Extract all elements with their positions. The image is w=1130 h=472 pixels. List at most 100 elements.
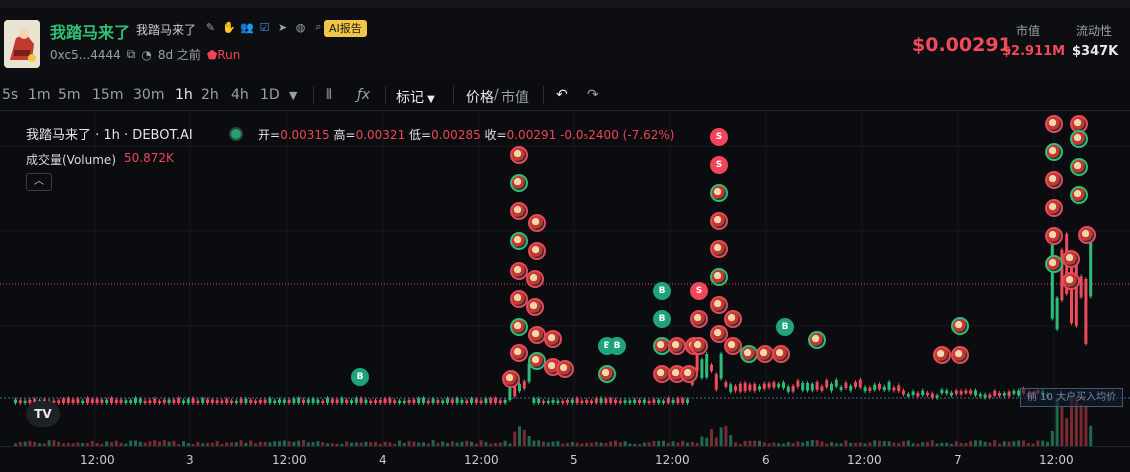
candle-body bbox=[378, 400, 382, 403]
redo-icon[interactable]: ↷ bbox=[587, 87, 599, 103]
marks-dropdown[interactable]: 标记 ▼ bbox=[396, 87, 435, 107]
trader-avatar-marker[interactable] bbox=[526, 298, 544, 316]
trader-avatar-marker[interactable] bbox=[598, 365, 616, 383]
trader-avatar-marker[interactable] bbox=[710, 184, 728, 202]
candle-body bbox=[340, 398, 344, 403]
candle-body bbox=[594, 398, 598, 403]
interval-1m[interactable]: 1m bbox=[28, 87, 51, 103]
trader-avatar-marker[interactable] bbox=[680, 365, 698, 383]
trader-avatar-marker[interactable] bbox=[1045, 227, 1063, 245]
interval-4h[interactable]: 4h bbox=[231, 87, 249, 103]
buy-marker[interactable]: B bbox=[776, 318, 794, 336]
interval-1d[interactable]: 1D bbox=[260, 87, 280, 103]
candle-style-icon[interactable]: ⫴ bbox=[326, 87, 332, 103]
candle-body bbox=[162, 399, 166, 403]
interval-5m[interactable]: 5m bbox=[58, 87, 81, 103]
tradingview-logo-icon: TV bbox=[26, 401, 60, 427]
candle-body bbox=[412, 399, 416, 403]
candle-body bbox=[849, 385, 853, 391]
trader-avatar-marker[interactable] bbox=[528, 326, 546, 344]
interval-5s[interactable]: 5s bbox=[2, 87, 18, 103]
trader-avatar-marker[interactable] bbox=[510, 344, 528, 362]
trader-avatar-marker[interactable] bbox=[951, 346, 969, 364]
trader-avatar-marker[interactable] bbox=[668, 337, 686, 355]
trader-avatar-marker[interactable] bbox=[510, 146, 528, 164]
candle-body bbox=[494, 398, 497, 403]
interval-15m[interactable]: 15m bbox=[92, 87, 123, 103]
trader-avatar-marker[interactable] bbox=[1070, 186, 1088, 204]
copy-icon[interactable]: ⧉ bbox=[127, 47, 136, 62]
trader-avatar-marker[interactable] bbox=[1045, 143, 1063, 161]
interval-2h[interactable]: 2h bbox=[201, 87, 219, 103]
candle-body bbox=[820, 386, 824, 391]
trader-avatar-marker[interactable] bbox=[556, 360, 574, 378]
candle-body bbox=[638, 399, 641, 403]
trader-avatar-marker[interactable] bbox=[690, 310, 708, 328]
check-icon[interactable]: ☑ bbox=[258, 21, 271, 34]
ai-report-button[interactable]: AI报告 bbox=[324, 20, 367, 37]
trader-avatar-marker[interactable] bbox=[510, 318, 528, 336]
trader-avatar-marker[interactable] bbox=[690, 337, 708, 355]
sell-marker[interactable]: S bbox=[710, 156, 728, 174]
candle-body bbox=[23, 400, 27, 403]
volume-bar bbox=[1065, 418, 1069, 446]
buy-marker[interactable]: B bbox=[653, 310, 671, 328]
sell-marker[interactable]: S bbox=[690, 282, 708, 300]
buy-marker[interactable]: B bbox=[351, 368, 369, 386]
candle-body bbox=[350, 400, 353, 403]
undo-icon[interactable]: ↶ bbox=[556, 87, 568, 103]
trader-avatar-marker[interactable] bbox=[528, 242, 546, 260]
mcap-toggle[interactable]: 市值 bbox=[501, 87, 529, 107]
trader-avatar-marker[interactable] bbox=[951, 317, 969, 335]
hand-icon[interactable]: ✋ bbox=[222, 21, 236, 34]
people-icon[interactable]: 👥 bbox=[240, 21, 254, 34]
trader-avatar-marker[interactable] bbox=[710, 212, 728, 230]
trader-avatar-marker[interactable] bbox=[710, 240, 728, 258]
trader-avatar-marker[interactable] bbox=[1045, 115, 1063, 133]
trader-avatar-marker[interactable] bbox=[1070, 158, 1088, 176]
candle-body bbox=[422, 398, 425, 403]
candle-body bbox=[287, 399, 291, 403]
candle-body bbox=[518, 383, 521, 392]
globe-icon[interactable]: ◍ bbox=[294, 21, 307, 34]
trader-avatar-marker[interactable] bbox=[710, 296, 728, 314]
trader-avatar-marker[interactable] bbox=[808, 331, 826, 349]
contract-address[interactable]: 0xc5...4444 bbox=[50, 48, 121, 62]
interval-30m[interactable]: 30m bbox=[133, 87, 164, 103]
telegram-icon[interactable]: ➤ bbox=[276, 21, 289, 34]
candle-body bbox=[657, 399, 661, 403]
trader-avatar-marker[interactable] bbox=[1045, 199, 1063, 217]
trader-avatar-marker[interactable] bbox=[1070, 130, 1088, 148]
trader-avatar-marker[interactable] bbox=[510, 202, 528, 220]
trader-avatar-marker[interactable] bbox=[1062, 272, 1080, 290]
trader-avatar-marker[interactable] bbox=[1062, 250, 1080, 268]
trader-avatar-marker[interactable] bbox=[710, 268, 728, 286]
candle-body bbox=[172, 399, 176, 403]
trader-avatar-marker[interactable] bbox=[1045, 171, 1063, 189]
candle-body bbox=[503, 399, 507, 403]
indicators-icon[interactable]: ƒx bbox=[357, 87, 370, 103]
candle-body bbox=[316, 399, 320, 403]
pencil-icon[interactable]: ✎ bbox=[204, 21, 217, 34]
collapse-legend-button[interactable]: ︿ bbox=[26, 173, 52, 191]
trader-avatar-marker[interactable] bbox=[772, 345, 790, 363]
buy-marker[interactable]: B bbox=[608, 337, 626, 355]
trader-avatar-marker[interactable] bbox=[526, 270, 544, 288]
sell-marker[interactable]: S bbox=[710, 128, 728, 146]
trader-avatar-marker[interactable] bbox=[1045, 255, 1063, 273]
interval-1h[interactable]: 1h bbox=[175, 87, 193, 103]
liquidity-value: $347K bbox=[1072, 44, 1119, 59]
buy-marker[interactable]: B bbox=[653, 282, 671, 300]
trader-avatar-marker[interactable] bbox=[528, 214, 546, 232]
price-toggle[interactable]: 价格 bbox=[466, 87, 494, 107]
trader-avatar-marker[interactable] bbox=[502, 370, 520, 388]
candle-body bbox=[921, 390, 925, 396]
trader-avatar-marker[interactable] bbox=[510, 174, 528, 192]
interval-dropdown-icon[interactable]: ▼ bbox=[289, 89, 297, 102]
trader-avatar-marker[interactable] bbox=[933, 346, 951, 364]
trader-avatar-marker[interactable] bbox=[544, 330, 562, 348]
trader-avatar-marker[interactable] bbox=[510, 232, 528, 250]
candle-body bbox=[796, 380, 800, 387]
trader-avatar-marker[interactable] bbox=[724, 310, 742, 328]
trader-avatar-marker[interactable] bbox=[1078, 226, 1096, 244]
